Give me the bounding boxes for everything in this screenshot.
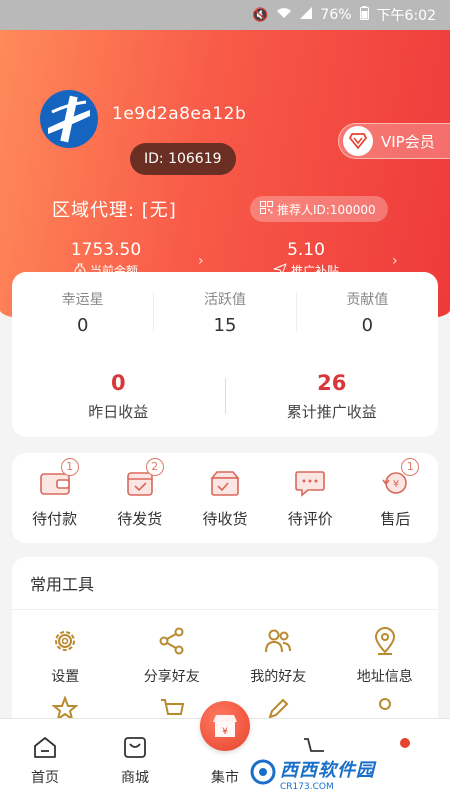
order-pending-review[interactable]: 待评价 [268,468,353,529]
referrer-id: 推荐人ID:100000 [277,202,376,217]
order-label: 待付款 [32,509,78,528]
share-icon [157,626,187,656]
site-watermark: 西西软件园 CR173.COM [250,756,375,792]
signal-icon [300,7,313,23]
clock-text: 下午6:02 [376,8,436,24]
profile-page: 🔇 76% 下午6:02 1e9d2a8ea12b ID: 106619 VIP… [0,0,450,800]
tool-share-friends[interactable]: 分享好友 [119,626,226,686]
stat-value: 15 [213,314,237,336]
lucky-star-stat[interactable]: 幸运星 0 [12,289,153,336]
app-logo-icon[interactable] [38,88,100,150]
order-pending-receipt[interactable]: 待收货 [182,468,267,529]
earnings-label: 昨日收益 [88,402,149,421]
yesterday-earnings[interactable]: 0 昨日收益 [12,371,225,422]
activity-stat[interactable]: 活跃值 15 [154,289,295,336]
vip-label: VIP会员 [381,132,435,151]
nav-label: 商城 [121,770,149,786]
wifi-icon [276,7,292,23]
vip-member-button[interactable]: VIP会员 [338,123,450,159]
tools-title: 常用工具 [12,557,438,610]
location-icon [370,626,400,656]
orders-card: 1 待付款 2 待发货 待收货 待评价 ¥ 1 售后 [12,453,438,543]
tool-label: 地址信息 [356,669,413,685]
gear-icon [50,626,80,656]
tool-label: 设置 [51,669,80,685]
order-pending-payment[interactable]: 1 待付款 [12,457,97,529]
referrer-badge[interactable]: 推荐人ID:100000 [250,196,388,222]
order-after-sales[interactable]: ¥ 1 售后 [353,457,438,529]
wallet-icon: 1 [35,457,79,498]
package-icon [205,468,245,498]
nav-label: 首页 [31,770,59,786]
subsidy-value: 5.10 [287,240,325,260]
diamond-icon [343,126,373,156]
earnings-label: 累计推广收益 [286,402,377,421]
tool-label: 我的好友 [250,669,307,685]
order-label: 待收货 [202,509,248,528]
chat-bubble-icon [290,468,330,498]
total-promo-earnings[interactable]: 26 累计推广收益 [226,371,439,422]
tool-address-info[interactable]: 地址信息 [332,626,439,686]
svg-text:¥: ¥ [393,479,399,490]
order-badge: 1 [401,457,420,476]
watermark-sub: CR173.COM [280,782,334,792]
bottom-nav: 首页 商城 ¥ 集市 [0,701,450,800]
order-badge: 1 [60,457,79,476]
order-label: 待评价 [287,509,333,528]
watermark-text: 西西软件园 [280,760,375,781]
stat-label: 活跃值 [203,291,246,308]
earnings-value: 26 [317,370,347,395]
tool-label: 分享好友 [143,669,200,685]
home-icon [32,735,58,759]
stats-card: 幸运星 0 活跃值 15 贡献值 0 0 昨日收益 26 累计推广收益 [12,272,438,437]
watermark-logo-icon [250,759,276,789]
calendar-check-icon: 2 [120,457,164,498]
mute-icon: 🔇 [252,7,269,23]
status-bar: 🔇 76% 下午6:02 [0,0,450,30]
stat-label: 贡献值 [346,291,389,308]
nav-shop[interactable]: 商城 [90,719,180,800]
earnings-value: 0 [110,370,126,395]
friends-icon [263,626,293,656]
stat-label: 幸运星 [61,291,104,308]
market-icon: ¥ [200,701,250,751]
qrcode-icon [260,201,273,217]
refund-icon: ¥ 1 [375,457,420,498]
order-badge: 2 [145,457,164,476]
stat-value: 0 [361,314,374,336]
tool-settings[interactable]: 设置 [12,626,119,686]
person-icon [392,735,418,759]
nav-home[interactable]: 首页 [0,719,90,800]
chevron-right-icon[interactable]: › [392,253,398,269]
tool-my-friends[interactable]: 我的好友 [225,626,332,686]
battery-icon [359,6,369,24]
order-label: 待发货 [117,509,163,528]
battery-text: 76% [320,7,352,23]
username: 1e9d2a8ea12b [112,104,247,124]
shop-icon [122,735,148,759]
user-id-badge: ID: 106619 [130,143,236,175]
order-label: 售后 [380,509,411,528]
chevron-right-icon[interactable]: › [198,253,204,269]
region-agent-label: 区域代理: [无] [52,200,177,221]
contribution-stat[interactable]: 贡献值 0 [297,289,438,336]
order-pending-shipment[interactable]: 2 待发货 [97,457,182,529]
stat-value: 0 [76,314,89,336]
svg-text:¥: ¥ [222,727,228,737]
balance-value: 1753.50 [70,240,142,260]
